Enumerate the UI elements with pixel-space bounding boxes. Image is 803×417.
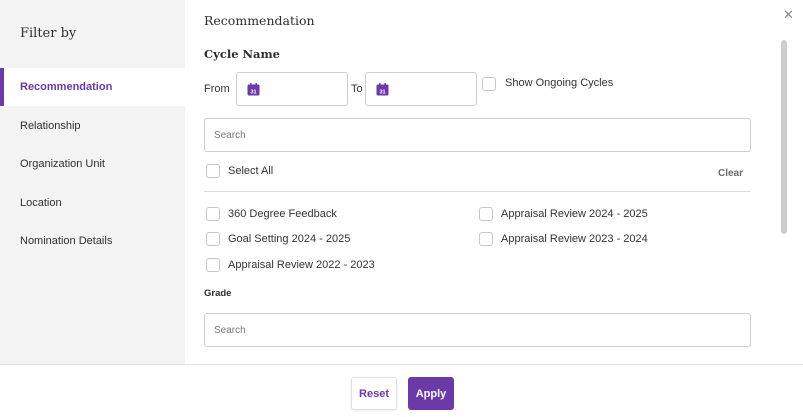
cycle-search-input[interactable] [204,118,751,152]
grade-heading: Grade [204,288,232,299]
cycle-option-label: Appraisal Review 2023 - 2024 [501,233,648,245]
cycle-option-label: 360 Degree Feedback [228,208,337,220]
clear-button[interactable]: Clear [718,168,743,179]
grade-search-input[interactable] [204,313,751,347]
cycle-option-label: Goal Setting 2024 - 2025 [228,233,351,245]
cycle-option-label: Appraisal Review 2024 - 2025 [501,208,648,220]
cycle-option-checkbox[interactable] [206,207,220,221]
filter-sidebar: Filter by Recommendation Relationship Or… [0,0,185,364]
to-label: To [351,83,363,95]
sidebar-item-label: Relationship [20,120,81,132]
close-icon[interactable]: ✕ [783,8,794,21]
from-date-input[interactable]: 31 [236,72,348,106]
sidebar-item-label: Recommendation [20,81,113,93]
sidebar-item-organization-unit[interactable]: Organization Unit [0,145,185,183]
select-all-checkbox[interactable] [206,164,220,178]
divider [204,191,751,192]
sidebar-item-label: Organization Unit [20,158,105,170]
cycle-option-checkbox[interactable] [479,207,493,221]
section-title: Recommendation [204,13,315,28]
filter-content: Recommendation Cycle Name From 31 To 31 … [185,0,803,364]
sidebar-item-location[interactable]: Location [0,184,185,222]
cycle-name-heading: Cycle Name [204,47,280,61]
cycle-option-checkbox[interactable] [206,258,220,272]
calendar-icon: 31 [376,83,389,96]
show-ongoing-checkbox[interactable] [482,77,496,91]
calendar-day-text: 31 [379,90,385,96]
sidebar-item-relationship[interactable]: Relationship [0,107,185,145]
cycle-option-label: Appraisal Review 2022 - 2023 [228,259,375,271]
sidebar-item-label: Nomination Details [20,235,113,247]
apply-button[interactable]: Apply [408,377,454,410]
select-all-label: Select All [228,165,274,177]
calendar-day-text: 31 [250,90,256,96]
show-ongoing-label: Show Ongoing Cycles [505,77,614,89]
to-date-input[interactable]: 31 [365,72,477,106]
cycle-option-checkbox[interactable] [479,232,493,246]
filter-dialog: Filter by Recommendation Relationship Or… [0,0,803,417]
calendar-icon: 31 [247,83,260,96]
dialog-footer: Reset Apply [0,364,803,417]
reset-button[interactable]: Reset [351,377,397,410]
from-label: From [204,83,230,95]
sidebar-item-recommendation[interactable]: Recommendation [0,68,185,106]
cycle-option-checkbox[interactable] [206,232,220,246]
sidebar-item-nomination-details[interactable]: Nomination Details [0,222,185,260]
sidebar-item-label: Location [20,197,62,209]
scrollbar-thumb[interactable] [781,40,787,234]
sidebar-title: Filter by [20,26,77,41]
